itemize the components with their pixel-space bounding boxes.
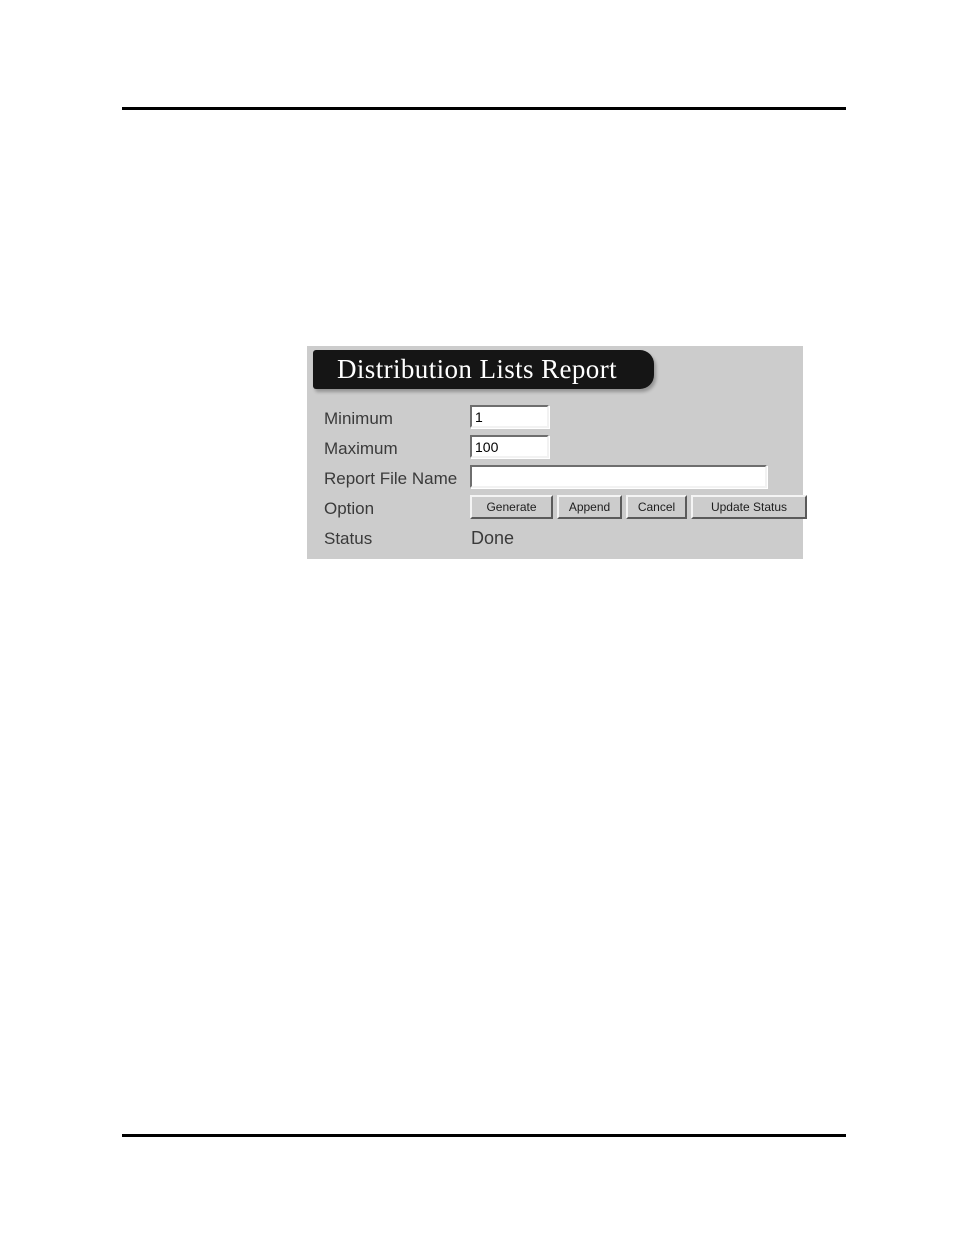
append-button[interactable]: Append [557,495,622,519]
minimum-input[interactable] [470,405,549,428]
option-label: Option [324,499,375,518]
generate-button[interactable]: Generate [470,495,553,519]
update-status-button[interactable]: Update Status [691,495,807,519]
minimum-label: Minimum [324,409,393,428]
maximum-input[interactable] [470,435,549,458]
dialog-title-banner: Distribution Lists Report [313,350,654,389]
page-title: Distribution Lists Report [337,353,617,384]
maximum-label: Maximum [324,439,398,458]
status-value: Done [471,528,515,548]
page-footer-rule [122,1134,846,1137]
option-button-group: Generate Append Cancel Update Status [470,495,807,519]
page-header-rule [122,107,846,110]
report-file-name-label: Report File Name [324,469,458,488]
cancel-button[interactable]: Cancel [626,495,687,519]
report-file-name-input[interactable] [470,465,767,488]
distribution-lists-report-dialog: Distribution Lists Report Minimum Maximu… [307,346,807,559]
status-label: Status [324,529,373,548]
